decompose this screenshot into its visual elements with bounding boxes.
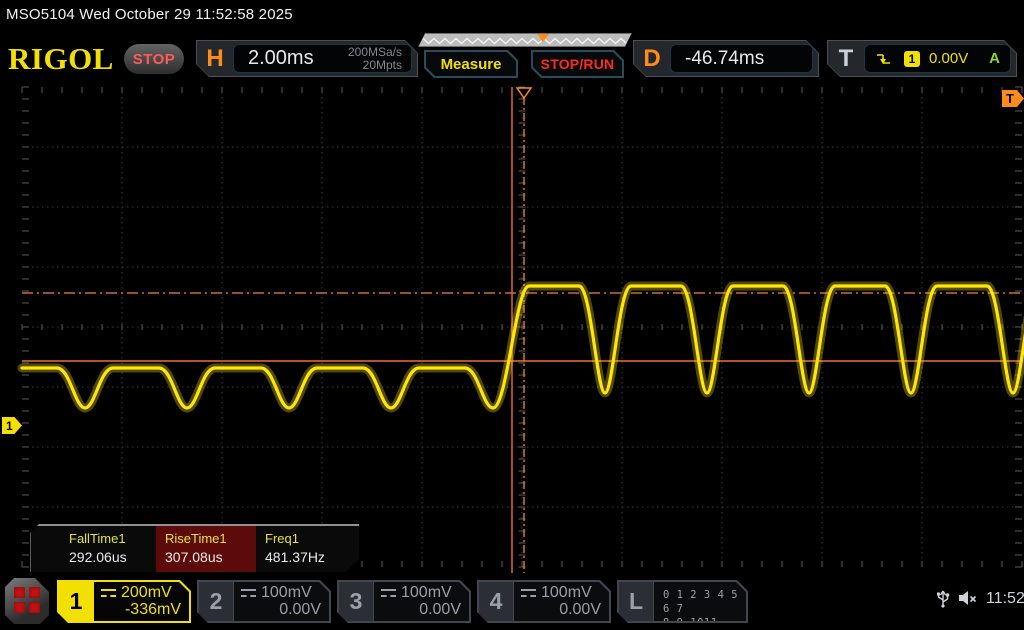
channel4-scale: 100mV (541, 584, 592, 601)
channel2-scale: 100mV (261, 584, 312, 601)
channel2-offset: 0.00V (279, 601, 321, 618)
measurement-results-box[interactable]: FallTime1 292.06us RiseTime1 307.08us Fr… (30, 524, 359, 572)
logic-label: L (619, 582, 653, 621)
usb-icon (937, 590, 950, 608)
channel4-offset: 0.00V (559, 601, 601, 618)
dc-coupling-icon (381, 588, 396, 598)
oscilloscope-screen: MSO5104 Wed October 29 11:52:58 2025 RIG… (0, 0, 1024, 630)
channel2-box[interactable]: 2 100mV 0.00V (197, 580, 331, 623)
channel3-box[interactable]: 3 100mV 0.00V (337, 580, 471, 623)
channel3-scale: 100mV (401, 584, 452, 601)
channel1-number: 1 (69, 588, 83, 614)
channel3-offset: 0.00V (419, 601, 461, 618)
channel2-number: 2 (199, 582, 233, 621)
clock-time: 11:52 (986, 590, 1024, 607)
channel3-number: 3 (339, 582, 373, 621)
dc-coupling-icon (241, 588, 256, 598)
dc-coupling-icon (521, 588, 536, 598)
channel4-box[interactable]: 4 100mV 0.00V (477, 580, 611, 623)
logic-digits-row1: 0 1 2 3 4 5 6 7 (663, 589, 739, 615)
measurement-freq: Freq1 481.37Hz (265, 531, 325, 565)
channel4-number: 4 (479, 582, 513, 621)
menu-grid-icon (14, 587, 40, 613)
channel1-box[interactable]: 1 200mV -336mV (57, 580, 191, 623)
speaker-muted-icon (959, 591, 977, 605)
measurement-risetime-selected: RiseTime1 307.08us (156, 526, 256, 572)
channel1-offset: -336mV (124, 601, 181, 618)
measurement-falltime: FallTime1 292.06us (69, 531, 127, 565)
dc-coupling-icon (101, 588, 116, 598)
channel1-scale: 200mV (121, 584, 172, 601)
logic-analyzer-box[interactable]: L 0 1 2 3 4 5 6 7 8 9 1011 12131415 (617, 580, 748, 623)
